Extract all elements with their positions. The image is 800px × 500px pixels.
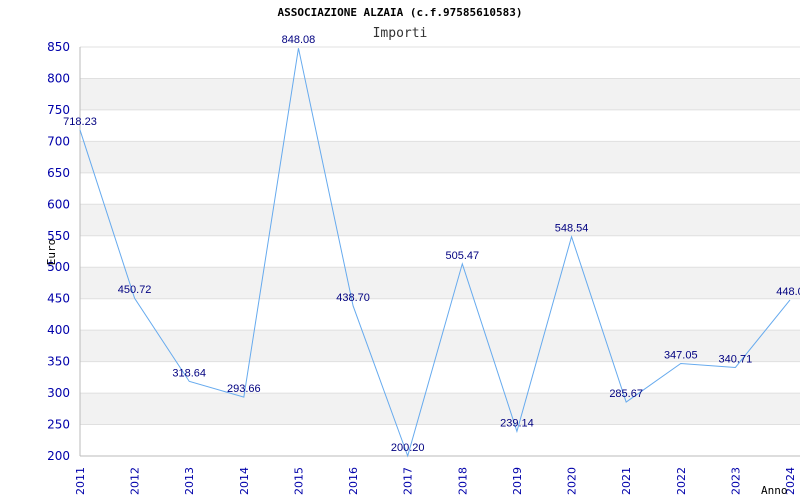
data-label: 239.14 — [500, 417, 534, 429]
data-label: 548.54 — [555, 223, 589, 235]
grid-band — [80, 393, 800, 425]
x-tick-label: 2011 — [74, 467, 87, 495]
y-tick-label: 350 — [47, 355, 70, 369]
y-tick-label: 400 — [47, 323, 70, 337]
data-label: 318.64 — [172, 367, 206, 379]
x-tick-label: 2019 — [511, 467, 524, 495]
chart-title: ASSOCIAZIONE ALZAIA (c.f.97585610583) — [277, 6, 522, 19]
y-tick-label: 200 — [47, 449, 70, 463]
y-tick-label: 250 — [47, 418, 70, 432]
y-tick-label: 300 — [47, 386, 70, 400]
chart-subtitle: Importi — [373, 26, 428, 41]
x-axis-ticks: 2011 2012 2013 2014 2015 2016 2017 2018 2019 2020… — [74, 467, 797, 495]
data-label: 505.47 — [445, 250, 479, 262]
grid-band — [80, 267, 800, 299]
x-tick-label: 2021 — [620, 467, 633, 495]
data-label: 848.08 — [282, 34, 316, 46]
x-tick-label: 2022 — [675, 467, 688, 495]
data-label: 347.05 — [664, 349, 698, 361]
y-tick-label: 750 — [47, 103, 70, 117]
y-tick-label: 600 — [47, 197, 70, 211]
data-label: 448.0 — [776, 286, 800, 298]
x-tick-label: 2016 — [347, 467, 360, 495]
y-tick-label: 450 — [47, 292, 70, 306]
y-tick-label: 650 — [47, 166, 70, 180]
grid-band — [80, 78, 800, 110]
y-tick-label: 800 — [47, 71, 70, 85]
y-tick-label: 700 — [47, 134, 70, 148]
data-label: 200.20 — [391, 442, 425, 454]
data-label: 438.70 — [336, 292, 370, 304]
y-tick-label: 850 — [47, 40, 70, 54]
x-tick-label: 2017 — [402, 467, 415, 495]
grid-band — [80, 141, 800, 173]
x-tick-label: 2012 — [129, 467, 142, 495]
x-tick-label: 2014 — [238, 467, 251, 495]
x-tick-label: 2013 — [183, 467, 196, 495]
x-tick-label: 2023 — [729, 467, 742, 495]
x-tick-label: 2015 — [292, 467, 305, 495]
data-label: 340.71 — [719, 353, 753, 365]
grid-band — [80, 204, 800, 236]
data-label: 285.67 — [609, 388, 643, 400]
x-tick-label: 2018 — [456, 467, 469, 495]
data-label: 718.23 — [63, 116, 97, 128]
data-label: 293.66 — [227, 383, 261, 395]
x-axis-label: Anno — [761, 484, 788, 497]
line-chart: 2002503003504004505005506006507007508008… — [45, 6, 800, 497]
y-axis-label: Euro — [45, 239, 58, 266]
data-label: 450.72 — [118, 284, 152, 296]
x-tick-label: 2020 — [566, 467, 579, 495]
